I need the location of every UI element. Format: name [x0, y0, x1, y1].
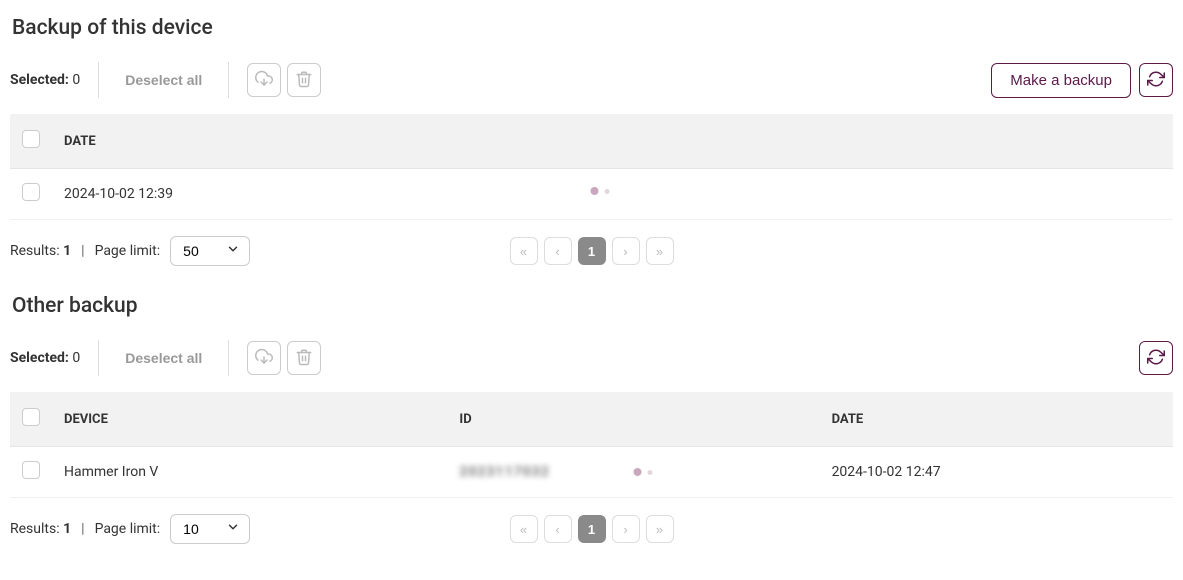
- device-backup-section: Backup of this device Selected: 0 Desele…: [10, 16, 1173, 270]
- page-limit-select[interactable]: 10: [170, 514, 250, 544]
- row-date: 2024-10-02 12:39: [54, 169, 1173, 220]
- col-date: DATE: [822, 392, 1173, 447]
- results-label: Results:: [10, 521, 60, 537]
- divider: [228, 62, 229, 98]
- other-backup-table: DEVICE ID DATE Hammer Iron V 2023117032 …: [10, 392, 1173, 498]
- cloud-download-icon: [255, 70, 273, 91]
- delete-button[interactable]: [287, 341, 321, 375]
- page-number-button[interactable]: 1: [578, 237, 606, 265]
- results-count: 1: [63, 521, 71, 537]
- col-date: DATE: [54, 114, 1173, 169]
- pagination: « ‹ 1 › »: [510, 515, 674, 543]
- page-prev-button[interactable]: ‹: [544, 237, 572, 265]
- results-count: 1: [63, 243, 71, 259]
- page-limit-label: Page limit:: [95, 521, 161, 537]
- table-row: Hammer Iron V 2023117032 2024-10-02 12:4…: [10, 447, 1173, 498]
- divider: [98, 62, 99, 98]
- divider: [98, 340, 99, 376]
- row-checkbox[interactable]: [22, 461, 40, 479]
- selected-count: Selected: 0: [10, 350, 80, 366]
- page-first-button[interactable]: «: [510, 237, 538, 265]
- page-prev-button[interactable]: ‹: [544, 515, 572, 543]
- device-backup-title: Backup of this device: [12, 16, 1173, 40]
- page-last-button[interactable]: »: [646, 515, 674, 543]
- cloud-download-icon: [255, 348, 273, 369]
- page-next-button[interactable]: ›: [612, 515, 640, 543]
- trash-icon: [295, 348, 313, 369]
- row-checkbox[interactable]: [22, 183, 40, 201]
- refresh-button[interactable]: [1139, 63, 1173, 97]
- col-id: ID: [449, 392, 821, 447]
- refresh-button[interactable]: [1139, 341, 1173, 375]
- device-backup-toolbar: Selected: 0 Deselect all Make a backu: [10, 56, 1173, 104]
- other-backup-toolbar: Selected: 0 Deselect all: [10, 334, 1173, 382]
- deselect-all-button[interactable]: Deselect all: [117, 72, 210, 88]
- results-label: Results:: [10, 243, 60, 259]
- page-number-button[interactable]: 1: [578, 515, 606, 543]
- device-backup-table: DATE 2024-10-02 12:39: [10, 114, 1173, 220]
- restore-button[interactable]: [247, 341, 281, 375]
- other-backup-section: Other backup Selected: 0 Deselect all: [10, 294, 1173, 548]
- trash-icon: [295, 70, 313, 91]
- select-all-checkbox[interactable]: [22, 408, 40, 426]
- other-backup-title: Other backup: [12, 294, 1173, 318]
- page-limit-select[interactable]: 50: [170, 236, 250, 266]
- restore-button[interactable]: [247, 63, 281, 97]
- loading-spinner-icon: [590, 187, 609, 195]
- row-date: 2024-10-02 12:47: [822, 447, 1173, 498]
- page-limit-label: Page limit:: [95, 243, 161, 259]
- delete-button[interactable]: [287, 63, 321, 97]
- refresh-icon: [1147, 70, 1165, 91]
- page-first-button[interactable]: «: [510, 515, 538, 543]
- make-backup-button[interactable]: Make a backup: [991, 63, 1131, 98]
- divider: [228, 340, 229, 376]
- pagination: « ‹ 1 › »: [510, 237, 674, 265]
- deselect-all-button[interactable]: Deselect all: [117, 350, 210, 366]
- selected-count: Selected: 0: [10, 72, 80, 88]
- refresh-icon: [1147, 348, 1165, 369]
- select-all-checkbox[interactable]: [22, 130, 40, 148]
- page-next-button[interactable]: ›: [612, 237, 640, 265]
- device-backup-footer: Results: 1 | Page limit: 50 « ‹ 1 ›: [10, 220, 1173, 270]
- other-backup-footer: Results: 1 | Page limit: 10 « ‹ 1 ›: [10, 498, 1173, 548]
- row-id: 2023117032: [459, 464, 549, 480]
- col-device: DEVICE: [54, 392, 449, 447]
- page-last-button[interactable]: »: [646, 237, 674, 265]
- loading-spinner-icon: [634, 468, 653, 476]
- row-device: Hammer Iron V: [54, 447, 449, 498]
